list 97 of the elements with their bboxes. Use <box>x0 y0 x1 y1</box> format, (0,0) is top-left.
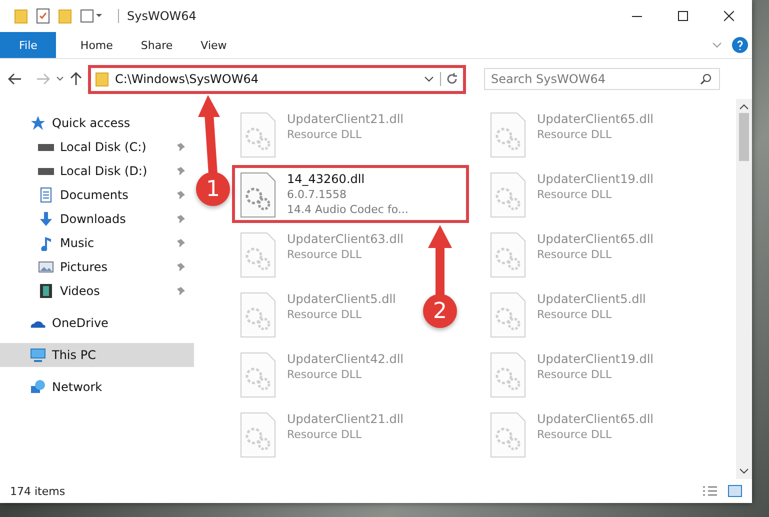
properties-icon[interactable] <box>36 8 50 24</box>
chevron-down-icon[interactable] <box>56 76 64 82</box>
file-detail: Resource DLL <box>287 248 363 261</box>
ribbon-tab[interactable]: Home <box>66 32 127 58</box>
folder-icon <box>14 8 28 24</box>
dll-file-icon <box>489 352 527 398</box>
maximize-icon <box>678 11 688 21</box>
chevron-up-icon[interactable] <box>739 103 749 111</box>
back-arrow-icon[interactable] <box>8 73 22 85</box>
chevron-down-icon[interactable] <box>739 467 749 475</box>
file-detail: Resource DLL <box>287 368 363 381</box>
document-icon <box>38 187 54 203</box>
dll-file-icon <box>239 412 277 458</box>
drive-icon <box>38 168 54 174</box>
drive-icon <box>38 144 54 150</box>
search-icon[interactable] <box>700 73 712 85</box>
sidebar-item[interactable]: Network <box>0 375 194 399</box>
search-field[interactable]: Search SysWOW64 <box>484 68 720 90</box>
pin-icon[interactable] <box>176 142 186 152</box>
pin-icon[interactable] <box>176 190 186 200</box>
details-view-icon[interactable] <box>702 485 718 497</box>
dll-file-icon <box>489 112 527 158</box>
file-name: UpdaterClient5.dll <box>287 292 396 306</box>
pin-icon[interactable] <box>176 214 186 224</box>
item-count: 174 items <box>10 484 66 498</box>
chevron-down-icon[interactable] <box>424 76 434 82</box>
pin-icon[interactable] <box>176 286 186 296</box>
sidebar-item[interactable]: Local Disk (C:) <box>0 135 194 159</box>
file-name: UpdaterClient21.dll <box>287 412 404 426</box>
file-name: UpdaterClient5.dll <box>537 292 646 306</box>
file-detail: Resource DLL <box>537 128 613 141</box>
annotation-arrow <box>428 225 452 296</box>
file-name: UpdaterClient19.dll <box>537 172 654 186</box>
close-icon <box>724 11 734 21</box>
file-name: UpdaterClient21.dll <box>287 112 404 126</box>
dll-file-icon <box>239 232 277 278</box>
dll-file-icon <box>239 112 277 158</box>
file-detail: 6.0.7.1558 <box>287 188 348 201</box>
ribbon-tab[interactable]: View <box>186 32 241 58</box>
refresh-icon[interactable] <box>440 72 459 86</box>
file-name: UpdaterClient42.dll <box>287 352 404 366</box>
file-detail: Resource DLL <box>537 248 613 261</box>
pin-icon[interactable] <box>176 166 186 176</box>
dll-file-icon <box>239 292 277 338</box>
monitor-icon <box>30 347 46 363</box>
dll-file-icon <box>489 412 527 458</box>
pin-icon[interactable] <box>176 262 186 272</box>
address-bar[interactable]: C:\Windows\SysWOW64 <box>88 64 466 94</box>
sidebar-item[interactable]: Pictures <box>0 255 194 279</box>
file-name: UpdaterClient65.dll <box>537 412 654 426</box>
star-icon <box>30 115 46 131</box>
window-title: SysWOW64 <box>118 9 196 23</box>
pin-icon[interactable] <box>176 238 186 248</box>
dll-file-icon <box>239 172 277 218</box>
file-menu-button[interactable]: File <box>0 32 56 58</box>
file-detail: Resource DLL <box>287 128 363 141</box>
up-arrow-icon[interactable] <box>70 72 82 86</box>
down-arrow-icon <box>38 211 54 227</box>
ribbon-tab[interactable]: Share <box>126 32 187 58</box>
dll-file-icon <box>489 292 527 338</box>
file-name: 14_43260.dll <box>287 172 366 186</box>
file-name: UpdaterClient63.dll <box>287 232 404 246</box>
dll-file-icon <box>489 172 527 218</box>
sidebar-item[interactable]: Music <box>0 231 194 255</box>
dll-file-icon <box>489 232 527 278</box>
file-name: UpdaterClient65.dll <box>537 232 654 246</box>
folder-icon <box>95 71 109 87</box>
file-detail: Resource DLL <box>287 308 363 321</box>
sidebar-item[interactable]: Documents <box>0 183 194 207</box>
file-detail: Resource DLL <box>537 368 613 381</box>
music-note-icon <box>38 235 54 251</box>
film-icon <box>38 283 54 299</box>
file-detail: 14.4 Audio Codec fo... <box>287 203 408 216</box>
sidebar-item[interactable]: Downloads <box>0 207 194 231</box>
sidebar-item[interactable]: Videos <box>0 279 194 303</box>
folder-icon <box>58 8 72 24</box>
forward-arrow-icon[interactable] <box>36 73 50 85</box>
sidebar-item[interactable]: Local Disk (D:) <box>0 159 194 183</box>
large-icons-view-icon[interactable] <box>728 485 742 497</box>
file-item[interactable]: 14_43260.dll 6.0.7.1558 14.4 Audio Codec fo... <box>232 165 469 223</box>
file-detail: Resource DLL <box>287 428 363 441</box>
file-detail: Resource DLL <box>537 188 613 201</box>
file-detail: Resource DLL <box>537 308 613 321</box>
dll-file-icon <box>239 352 277 398</box>
file-name: UpdaterClient65.dll <box>537 112 654 126</box>
scrollbar[interactable] <box>736 99 752 479</box>
scrollbar-thumb[interactable] <box>739 113 749 161</box>
picture-icon <box>38 259 54 275</box>
sidebar-item[interactable]: This PC <box>0 343 194 367</box>
network-icon <box>30 379 46 395</box>
customize-toolbar-icon[interactable] <box>80 9 104 23</box>
cloud-icon <box>30 318 46 328</box>
help-icon[interactable] <box>732 37 748 53</box>
sidebar-item[interactable]: Quick access <box>0 111 194 135</box>
file-name: UpdaterClient19.dll <box>537 352 654 366</box>
sidebar-item[interactable]: OneDrive <box>0 311 194 335</box>
file-detail: Resource DLL <box>537 428 613 441</box>
